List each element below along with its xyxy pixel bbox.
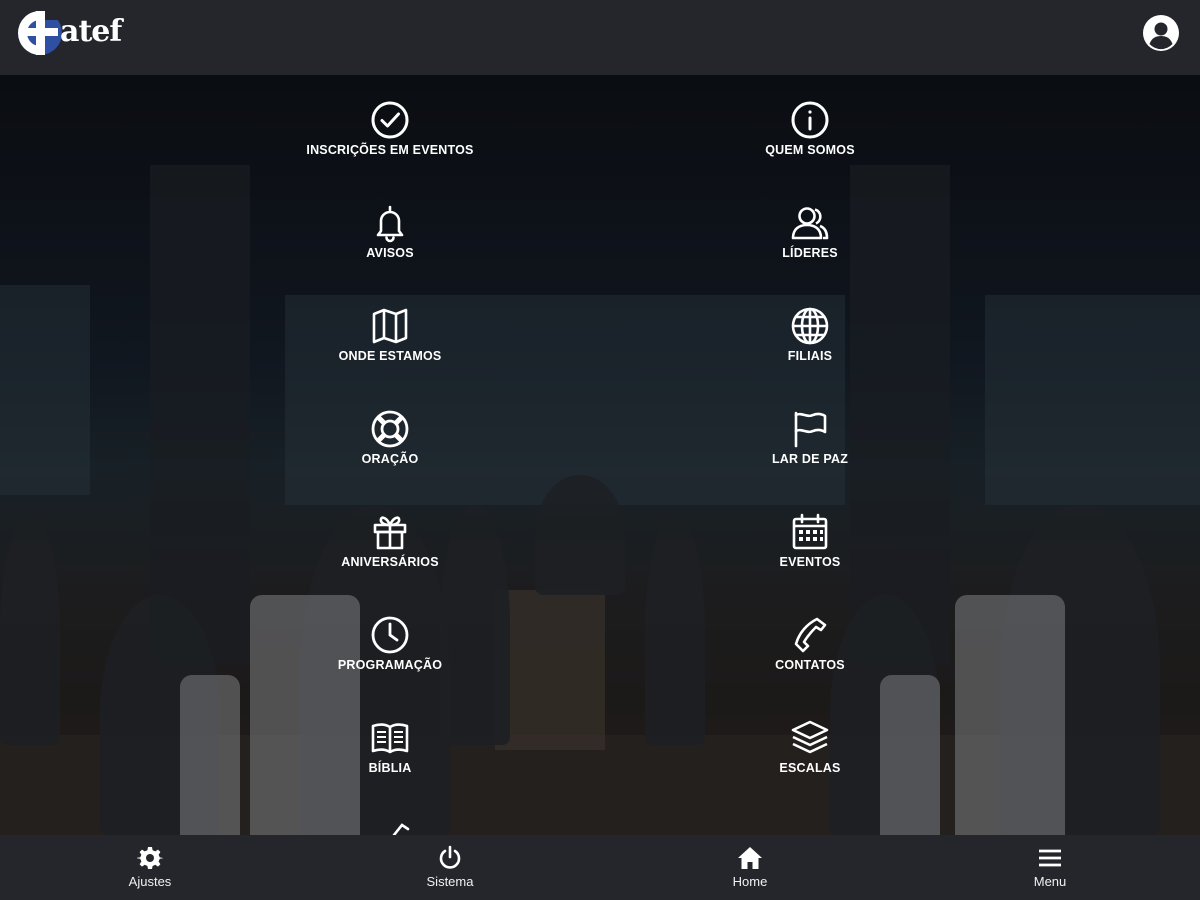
check-circle-icon	[371, 101, 409, 139]
logo-mark-icon	[18, 11, 62, 55]
clock-icon	[371, 616, 409, 654]
menu-label: ORAÇÃO	[361, 452, 419, 466]
menu-label: ONDE ESTAMOS	[338, 349, 442, 363]
menu-label: BÍBLIA	[368, 761, 412, 775]
menu-label: AVISOS	[366, 246, 414, 260]
bottom-navigation-bar: Ajustes Sistema Home Menu	[0, 835, 1200, 900]
nav-label: Menu	[1033, 874, 1067, 889]
layers-icon	[791, 720, 829, 754]
book-open-icon	[371, 723, 409, 754]
user-circle-icon[interactable]	[1142, 14, 1180, 52]
gift-icon	[373, 516, 407, 550]
menu-item-onde-estamos[interactable]: ONDE ESTAMOS	[280, 306, 500, 363]
menu-label: CONTATOS	[775, 658, 845, 672]
phone-icon	[794, 617, 827, 653]
menu-item-aniversarios[interactable]: ANIVERSÁRIOS	[280, 512, 500, 569]
calendar-icon	[792, 513, 828, 550]
info-circle-icon	[791, 101, 829, 139]
lifebuoy-icon	[371, 410, 409, 448]
nav-home[interactable]: Home	[690, 845, 810, 889]
partial-menu-icon	[392, 823, 410, 835]
menu-label: QUEM SOMOS	[765, 143, 855, 157]
menu-item-contatos[interactable]: CONTATOS	[700, 615, 920, 672]
users-icon	[791, 207, 829, 240]
menu-item-lar-de-paz[interactable]: LAR DE PAZ	[700, 409, 920, 466]
map-icon	[372, 308, 408, 344]
home-menu-area: INSCRIÇÕES EM EVENTOS AVISOS ONDE ESTAMO…	[0, 75, 1200, 835]
menu-item-escalas[interactable]: ESCALAS	[700, 718, 920, 775]
gear-icon	[137, 847, 163, 869]
menu-label: LÍDERES	[782, 246, 838, 260]
menu-label: LAR DE PAZ	[771, 452, 849, 466]
menu-item-quem-somos[interactable]: QUEM SOMOS	[700, 100, 920, 157]
top-app-bar: atef	[0, 0, 1200, 75]
menu-item-avisos[interactable]: AVISOS	[280, 203, 500, 260]
menu-item-oracao[interactable]: ORAÇÃO	[280, 409, 500, 466]
menu-item-biblia[interactable]: BÍBLIA	[280, 718, 500, 775]
nav-label: Ajustes	[128, 874, 172, 889]
nav-sistema[interactable]: Sistema	[390, 845, 510, 889]
menu-label: PROGRAMAÇÃO	[337, 658, 443, 672]
menu-item-lideres[interactable]: LÍDERES	[700, 203, 920, 260]
globe-icon	[791, 307, 829, 345]
menu-item-programacao[interactable]: PROGRAMAÇÃO	[280, 615, 500, 672]
power-icon	[439, 845, 461, 869]
home-icon	[738, 847, 762, 869]
hamburger-icon	[1039, 849, 1061, 867]
nav-label: Sistema	[426, 874, 474, 889]
bell-icon	[376, 205, 404, 243]
menu-label: ESCALAS	[779, 761, 841, 775]
menu-label: INSCRIÇÕES EM EVENTOS	[306, 143, 474, 157]
flag-icon	[794, 411, 827, 448]
nav-ajustes[interactable]: Ajustes	[90, 845, 210, 889]
nav-label: Home	[732, 874, 768, 889]
menu-label: FILIAIS	[787, 349, 833, 363]
menu-label: ANIVERSÁRIOS	[341, 555, 439, 569]
menu-item-inscricoes-em-eventos[interactable]: INSCRIÇÕES EM EVENTOS	[280, 100, 500, 157]
nav-menu[interactable]: Menu	[990, 845, 1110, 889]
logo-text: atef	[60, 14, 122, 49]
catef-logo[interactable]: atef	[14, 6, 124, 66]
menu-item-filiais[interactable]: FILIAIS	[700, 306, 920, 363]
menu-label: EVENTOS	[779, 555, 841, 569]
menu-item-eventos[interactable]: EVENTOS	[700, 512, 920, 569]
